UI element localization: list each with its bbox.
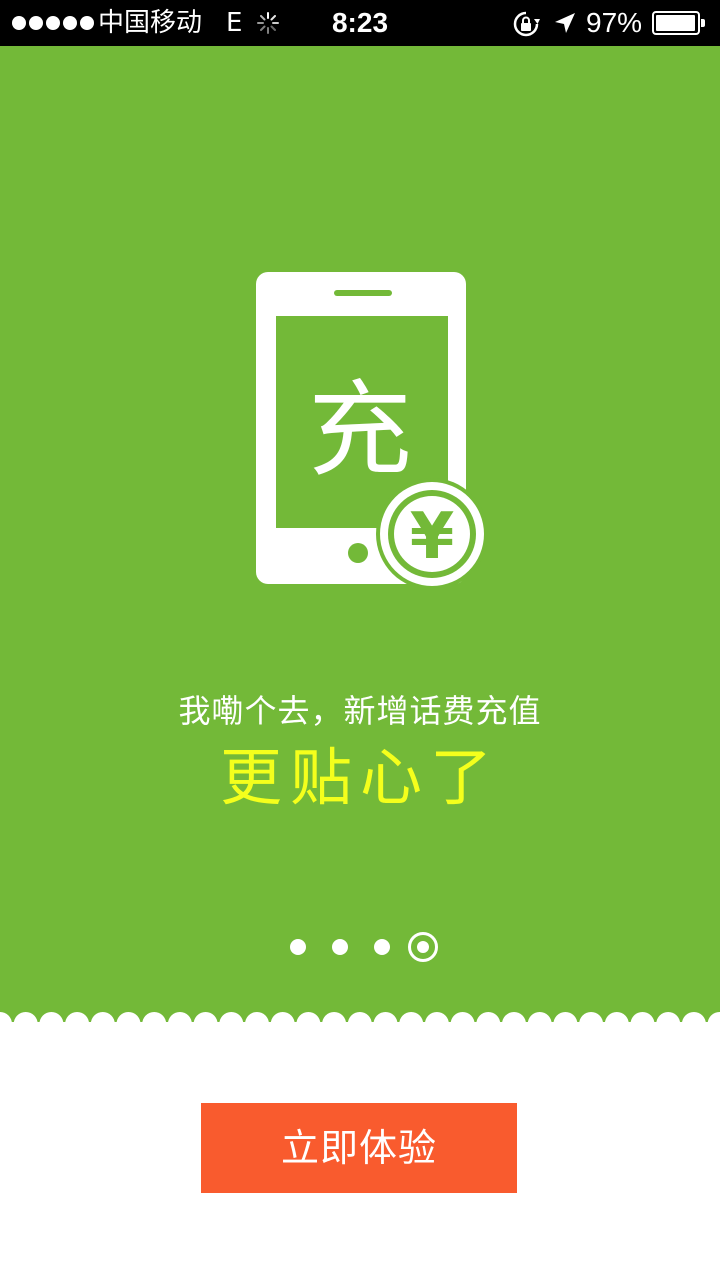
scalloped-edge <box>0 1012 720 1036</box>
try-now-button[interactable]: 立即体验 <box>201 1103 517 1193</box>
page-dot-4[interactable] <box>408 932 438 962</box>
page-indicator <box>282 930 442 964</box>
yuan-coin-glyph: ¥ <box>410 500 455 574</box>
rotation-lock-icon <box>512 10 540 42</box>
phone-recharge-icon: 充 ¥ <box>256 272 488 586</box>
status-bar: 中国移动 E 8:23 97% <box>0 0 720 46</box>
page-dot-3[interactable] <box>374 939 390 955</box>
phone-screen-glyph: 充 <box>308 369 412 491</box>
location-arrow-icon <box>554 12 576 38</box>
battery-icon <box>652 11 705 35</box>
battery-percent: 97% <box>586 7 643 38</box>
promo-headline: 更贴心了 <box>219 741 500 814</box>
promo-tagline: 我嘞个去，新增话费充值 <box>178 692 542 730</box>
page-dot-1[interactable] <box>290 939 306 955</box>
page-dot-2[interactable] <box>332 939 348 955</box>
